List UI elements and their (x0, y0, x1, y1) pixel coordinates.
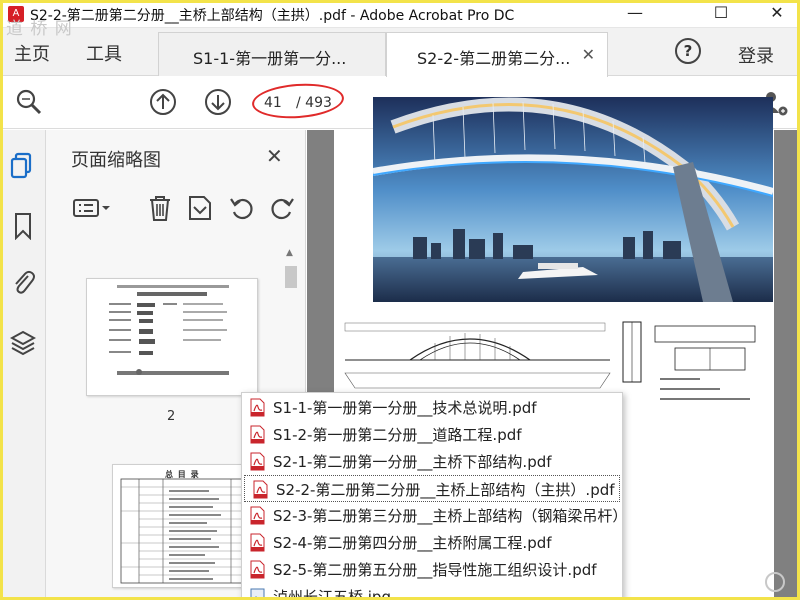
previous-page-icon[interactable] (148, 87, 178, 117)
pdf-icon (250, 560, 265, 579)
pdf-icon (250, 533, 265, 552)
pdf-icon (250, 398, 265, 417)
file-list-item-label: S2-1-第二册第一分册__主桥下部结构.pdf (273, 453, 552, 471)
page-thumbnail-2[interactable] (86, 278, 258, 396)
file-list-item[interactable]: S1-2-第一册第二分册__道路工程.pdf (242, 421, 622, 448)
corner-logo-mark (760, 570, 790, 594)
panel-close-icon[interactable]: ✕ (266, 144, 283, 168)
bookmarks-icon[interactable] (10, 212, 36, 240)
page-thumbnails-icon[interactable] (10, 152, 36, 180)
help-icon[interactable]: ? (675, 38, 701, 64)
pdf-icon (253, 480, 268, 499)
file-list-item[interactable]: S2-1-第二册第一分册__主桥下部结构.pdf (242, 448, 622, 475)
tab-bar: 主页 工具 S1-1-第一册第一分... S2-2-第二册第二分... ✕ ? … (0, 28, 800, 77)
zoom-search-icon[interactable] (14, 87, 44, 117)
title-bar: A S2-2-第二册第二分册__主桥上部结构（主拱）.pdf - Adobe A… (0, 0, 800, 28)
tab-document-s2-2[interactable]: S2-2-第二册第二分... ✕ (386, 32, 608, 77)
file-list-item-label: S2-5-第二册第五分册__指导性施工组织设计.pdf (273, 561, 597, 579)
tab-close-icon[interactable]: ✕ (582, 45, 595, 64)
file-list-item[interactable]: 泸州长江五桥.jpg (242, 583, 622, 600)
scroll-up-arrow-icon[interactable]: ▲ (286, 248, 293, 258)
scrollbar-thumb[interactable] (285, 266, 297, 288)
thumbnail-toc-table (120, 478, 256, 584)
attachments-icon[interactable] (10, 268, 36, 296)
file-list-item-label: S2-3-第二册第三分册__主桥上部结构（钢箱梁吊杆） (273, 507, 623, 525)
thumbnail-page-content (109, 285, 229, 375)
delete-page-icon[interactable] (146, 194, 174, 222)
close-window-button[interactable]: ✕ (754, 0, 800, 28)
thumbnail-page-number: 2 (167, 409, 176, 424)
image-icon (250, 588, 265, 600)
pdf-icon (250, 506, 265, 525)
tab-document-s1-1[interactable]: S1-1-第一册第一分... (158, 32, 386, 76)
layers-icon[interactable] (10, 328, 36, 356)
rotate-counterclockwise-icon[interactable] (228, 194, 256, 222)
pdf-icon (250, 425, 265, 444)
nav-home[interactable]: 主页 (14, 40, 50, 66)
file-list-popup: S1-1-第一册第一分册__技术总说明.pdf S1-2-第一册第二分册__道路工… (241, 392, 623, 600)
rotate-clockwise-icon[interactable] (268, 194, 296, 222)
file-list-item-label: S1-2-第一册第二分册__道路工程.pdf (273, 426, 522, 444)
next-page-icon[interactable] (203, 87, 233, 117)
tab-label: S1-1-第一册第一分... (193, 49, 347, 68)
thumbnail-options-icon[interactable] (72, 194, 112, 222)
page-thumbnail-3[interactable]: 总 目 录 (112, 464, 258, 588)
panel-title: 页面缩略图 (71, 150, 161, 171)
file-list-item-label: S1-1-第一册第一分册__技术总说明.pdf (273, 399, 537, 417)
thumbnail-toc-heading: 总 目 录 (165, 470, 200, 479)
bridge-illustration (373, 97, 773, 302)
file-list-item-label: 泸州长江五桥.jpg (273, 588, 391, 600)
file-list-item[interactable]: S2-2-第二册第二分册__主桥上部结构（主拱）.pdf (244, 475, 620, 502)
extract-pages-icon[interactable] (186, 194, 214, 222)
window-title: S2-2-第二册第二分册__主桥上部结构（主拱）.pdf - Adobe Acr… (30, 8, 515, 24)
tab-label: S2-2-第二册第二分... (417, 49, 571, 68)
minimize-button[interactable]: — (612, 0, 658, 28)
pdf-icon (250, 452, 265, 471)
nav-tools[interactable]: 工具 (86, 40, 122, 66)
bridge-photo (373, 97, 773, 302)
login-button[interactable]: 登录 (738, 42, 774, 68)
file-list-item[interactable]: S2-3-第二册第三分册__主桥上部结构（钢箱梁吊杆） (242, 502, 622, 529)
file-list-item-label: S2-2-第二册第二分册__主桥上部结构（主拱）.pdf (276, 481, 615, 499)
file-list-item[interactable]: S2-4-第二册第四分册__主桥附属工程.pdf (242, 529, 622, 556)
file-list-item[interactable]: S1-1-第一册第一分册__技术总说明.pdf (242, 394, 622, 421)
maximize-button[interactable]: ☐ (698, 0, 744, 28)
left-navigation-rail (0, 130, 46, 600)
file-list-item[interactable]: S2-5-第二册第五分册__指导性施工组织设计.pdf (242, 556, 622, 583)
site-watermark: 道 桥 网 (6, 19, 73, 39)
file-list-item-label: S2-4-第二册第四分册__主桥附属工程.pdf (273, 534, 552, 552)
